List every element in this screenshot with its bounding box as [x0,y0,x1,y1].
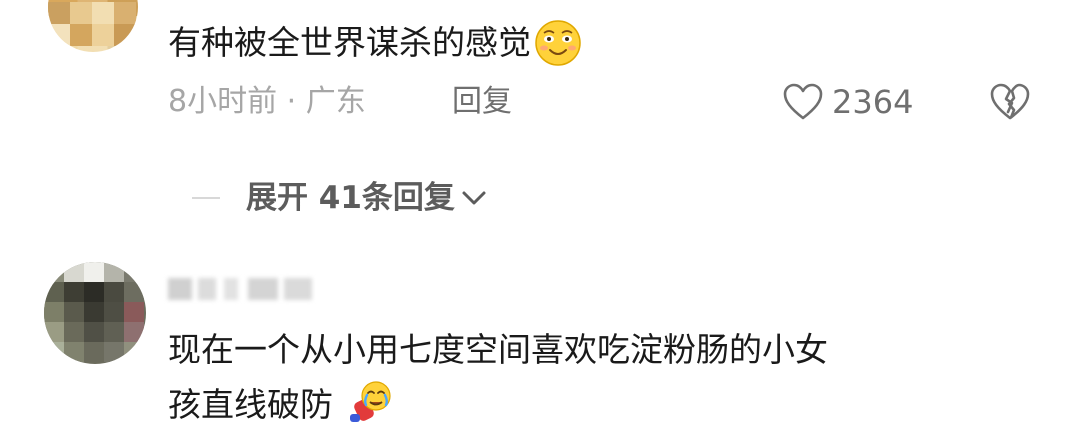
reply-button[interactable]: 回复 [452,80,512,124]
expand-replies-button[interactable]: 展开 41条回复 [192,176,489,220]
comment-body-line-2: 孩直线破防 [168,376,1028,431]
comment-time-location: 8小时前 · 广东 [168,84,366,119]
smiling-face-emoji-icon [535,20,581,66]
heart-outline-icon [783,83,823,120]
crying-person-emoji-icon [349,381,391,422]
commenter-avatar[interactable] [44,262,146,364]
expand-divider [192,197,220,199]
comment-text: 有种被全世界谋杀的感觉 [168,18,583,68]
comment-meta-row: 8小时前 · 广东 回复 2364 [168,80,1038,124]
commenter-avatar[interactable] [48,0,138,52]
like-button[interactable]: 2364 [782,80,913,124]
expand-replies-label: 展开 41条回复 [246,180,455,216]
chevron-down-icon [462,191,486,205]
like-count: 2364 [832,83,914,121]
username-redacted[interactable] [168,272,318,306]
comment-body: 有种被全世界谋杀的感觉 [168,23,531,62]
comment-body-line-2-text: 孩直线破防 [168,385,333,424]
comment-text: 现在一个从小用七度空间喜欢吃淀粉肠的小女 孩直线破防 [168,324,1028,431]
comment-body-line-1: 现在一个从小用七度空间喜欢吃淀粉肠的小女 [168,330,828,369]
broken-heart-outline-icon[interactable] [988,82,1032,122]
